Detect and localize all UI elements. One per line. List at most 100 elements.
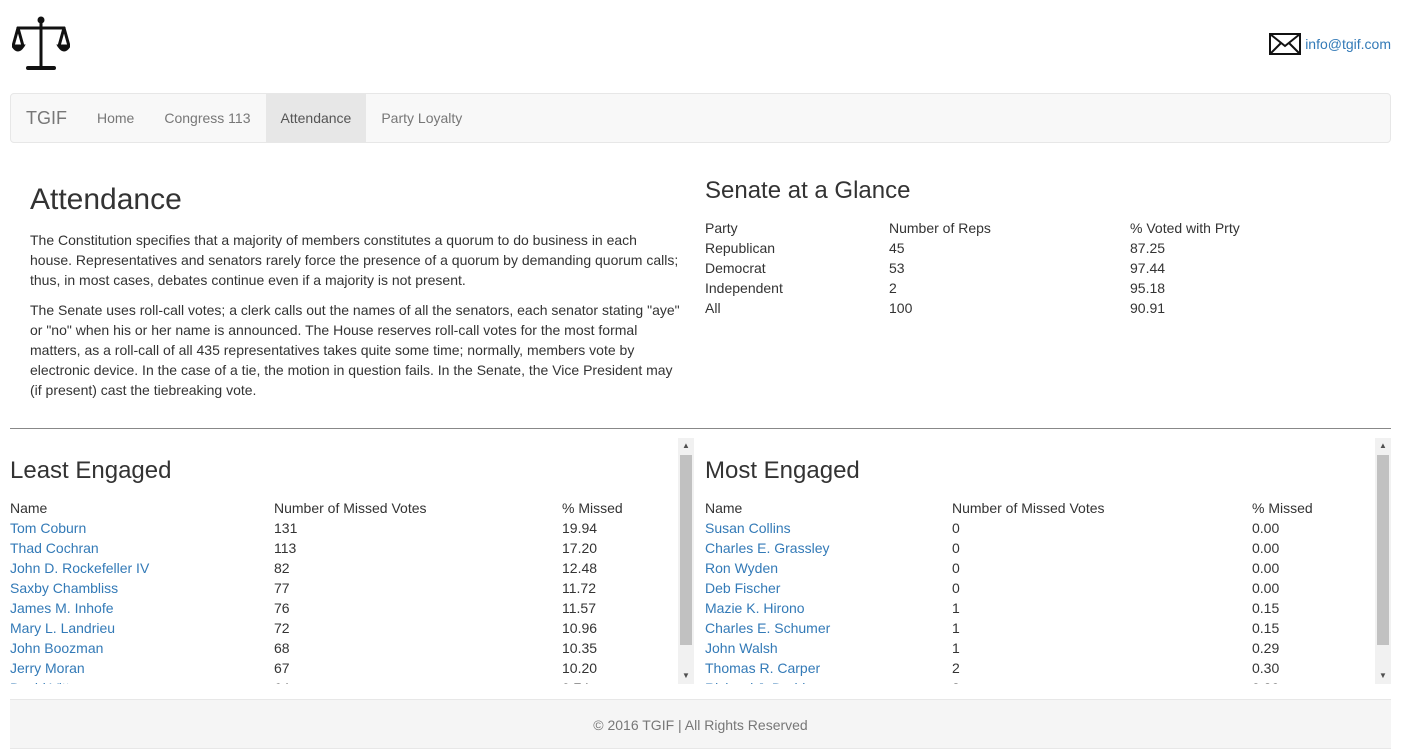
count-cell: 1 — [952, 640, 960, 656]
senator-link[interactable]: John Boozman — [10, 640, 103, 656]
count-cell: 0 — [952, 520, 960, 536]
name-cell: Mary L. Landrieu — [10, 618, 274, 638]
nav-attendance[interactable]: Attendance — [265, 94, 367, 142]
name-cell: Jerry Moran — [10, 658, 274, 678]
intro-paragraph: The Constitution specifies that a majori… — [30, 232, 679, 288]
nav-party-loyalty[interactable]: Party Loyalty — [366, 94, 477, 142]
name-cell: All — [705, 300, 721, 316]
senator-link[interactable]: Jerry Moran — [10, 660, 85, 676]
name-cell: John D. Rockefeller IV — [10, 558, 274, 578]
count-cell: 2 — [952, 660, 960, 676]
scrollbar-thumb[interactable] — [680, 455, 692, 645]
senator-link[interactable]: Deb Fischer — [705, 580, 780, 596]
navbar-brand[interactable]: TGIF — [11, 94, 82, 142]
nav-congress-113[interactable]: Congress 113 — [149, 94, 265, 142]
least-engaged-panel[interactable]: Least Engaged Name Number of Missed Vote… — [10, 438, 694, 684]
glance-title: Senate at a Glance — [705, 177, 911, 204]
percent-cell: 12.48 — [562, 560, 598, 576]
table-header-row: Name Number of Missed Votes % Missed — [705, 498, 1365, 518]
count-cell: 100 — [889, 300, 913, 316]
senator-link[interactable]: Charles E. Schumer — [705, 620, 830, 636]
senator-link[interactable]: James M. Inhofe — [10, 600, 114, 616]
count-cell: 53 — [889, 260, 905, 276]
table-row: Mary L. Landrieu 72 10.96 — [10, 618, 670, 638]
senator-link[interactable]: Charles E. Grassley — [705, 540, 829, 556]
name-cell: Susan Collins — [705, 518, 952, 538]
footer-text: © 2016 TGIF | All Rights Reserved — [593, 717, 808, 733]
count-cell: 0 — [952, 540, 960, 556]
table-row: Tom Coburn 131 19.94 — [10, 518, 670, 538]
percent-cell: 87.25 — [1130, 240, 1166, 256]
percent-cell: 10.35 — [562, 640, 598, 656]
senator-link[interactable]: Richard J. Durbin — [705, 680, 813, 684]
senator-link[interactable]: David Vitter — [10, 680, 82, 684]
percent-cell: 90.91 — [1130, 300, 1166, 316]
name-cell: Charles E. Schumer — [705, 618, 952, 638]
glance-table: Party Number of Reps % Voted with Prty R… — [705, 218, 1345, 318]
footer: © 2016 TGIF | All Rights Reserved — [10, 699, 1391, 749]
percent-cell: 95.18 — [1130, 280, 1166, 296]
count-cell: 113 — [274, 540, 297, 556]
scales-of-justice-icon — [10, 14, 72, 72]
count-cell: 76 — [274, 600, 290, 616]
senator-link[interactable]: John Walsh — [705, 640, 778, 656]
intro-section: Attendance The Constitution specifies th… — [30, 182, 680, 410]
count-cell: 72 — [274, 620, 290, 636]
percent-cell: 0.00 — [1252, 520, 1280, 536]
column-header: Party — [705, 220, 738, 236]
senate-at-a-glance: Senate at a Glance Party Number of Reps … — [705, 176, 1345, 318]
percent-cell: 0.30 — [1252, 678, 1365, 684]
most-engaged-panel[interactable]: Most Engaged Name Number of Missed Votes… — [705, 438, 1391, 684]
column-header: Number of Missed Votes — [274, 500, 427, 516]
name-cell: Charles E. Grassley — [705, 538, 952, 558]
count-cell: 131 — [274, 520, 298, 536]
percent-cell: 0.00 — [1252, 580, 1280, 596]
name-cell: Thomas R. Carper — [705, 658, 952, 678]
table-row: John Walsh 1 0.29 — [705, 638, 1365, 658]
scroll-down-arrow-icon[interactable]: ▼ — [1375, 668, 1391, 684]
percent-cell: 11.72 — [562, 580, 596, 596]
table-row: Charles E. Grassley 0 0.00 — [705, 538, 1365, 558]
scroll-down-arrow-icon[interactable]: ▼ — [678, 668, 694, 684]
column-header: Name — [10, 500, 48, 516]
name-cell: John Walsh — [705, 638, 952, 658]
column-header: % Missed — [1252, 500, 1313, 516]
column-header: Name — [705, 500, 743, 516]
percent-cell: 0.29 — [1252, 640, 1280, 656]
table-row: Democrat 53 97.44 — [705, 258, 1345, 278]
table-row: Richard J. Durbin 20.30 — [705, 678, 1365, 684]
senator-link[interactable]: Mazie K. Hirono — [705, 600, 805, 616]
intro-paragraph: The Senate uses roll-call votes; a clerk… — [30, 302, 680, 398]
senator-link[interactable]: Susan Collins — [705, 520, 791, 536]
scrollbar-thumb[interactable] — [1377, 455, 1389, 645]
column-header: Number of Reps — [889, 220, 991, 236]
percent-cell: 11.57 — [562, 600, 596, 616]
least-engaged-table: Name Number of Missed Votes % Missed Tom… — [10, 498, 670, 684]
name-cell: Deb Fischer — [705, 578, 952, 598]
most-engaged-scrollbar[interactable]: ▲ ▼ — [1375, 438, 1391, 684]
table-row: Mazie K. Hirono 1 0.15 — [705, 598, 1365, 618]
email-link[interactable]: info@tgif.com — [1305, 36, 1391, 52]
senator-link[interactable]: John D. Rockefeller IV — [10, 560, 149, 576]
name-cell: John Boozman — [10, 638, 274, 658]
senator-link[interactable]: Tom Coburn — [10, 520, 86, 536]
senator-link[interactable]: Ron Wyden — [705, 560, 778, 576]
percent-cell: 10.20 — [562, 660, 598, 676]
senator-link[interactable]: Thomas R. Carper — [705, 660, 820, 676]
percent-cell: 17.20 — [562, 540, 598, 556]
nav-home[interactable]: Home — [82, 94, 149, 142]
scroll-up-arrow-icon[interactable]: ▲ — [678, 438, 694, 454]
least-engaged-scrollbar[interactable]: ▲ ▼ — [678, 438, 694, 684]
count-cell: 77 — [274, 580, 290, 596]
least-engaged-title: Least Engaged — [10, 457, 172, 484]
percent-cell: 10.96 — [562, 620, 598, 636]
scroll-up-arrow-icon[interactable]: ▲ — [1375, 438, 1391, 454]
name-cell: Democrat — [705, 260, 766, 276]
column-header: % Voted with Prty — [1130, 220, 1240, 236]
percent-cell: 0.30 — [1252, 660, 1280, 676]
table-row: Thomas R. Carper 2 0.30 — [705, 658, 1365, 678]
senator-link[interactable]: Thad Cochran — [10, 540, 99, 556]
senator-link[interactable]: Saxby Chambliss — [10, 580, 118, 596]
table-row: Republican 45 87.25 — [705, 238, 1345, 258]
senator-link[interactable]: Mary L. Landrieu — [10, 620, 115, 636]
